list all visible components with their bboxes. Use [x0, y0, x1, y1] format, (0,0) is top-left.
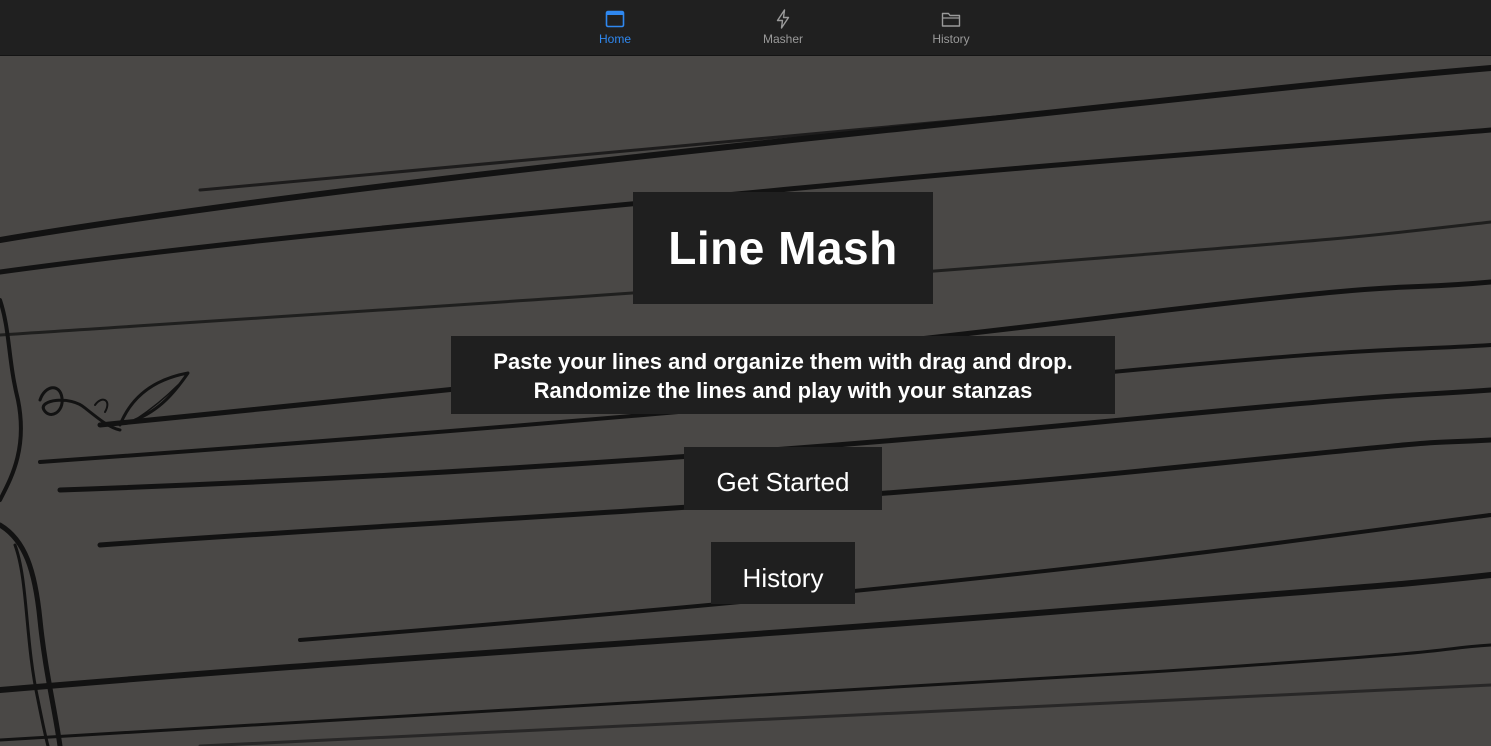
- tab-bar: Home Masher History: [0, 0, 1491, 56]
- get-started-button[interactable]: Get Started: [684, 447, 882, 510]
- tab-history[interactable]: History: [891, 0, 1011, 55]
- tab-masher[interactable]: Masher: [723, 0, 843, 55]
- folder-icon: [941, 12, 961, 27]
- subtitle-line-2: Randomize the lines and play with your s…: [533, 378, 1033, 403]
- page-subtitle: Paste your lines and organize them with …: [451, 336, 1115, 414]
- history-button[interactable]: History: [711, 542, 855, 604]
- tab-home-label: Home: [598, 32, 631, 46]
- tab-home[interactable]: Home: [555, 0, 675, 55]
- hero: Line Mash Paste your lines and organize …: [0, 0, 1491, 746]
- tab-history-label: History: [932, 32, 970, 46]
- subtitle-line-1: Paste your lines and organize them with …: [493, 349, 1073, 374]
- tab-masher-label: Masher: [762, 32, 803, 46]
- app-root: Home Masher History Line Mash Paste your…: [0, 0, 1491, 746]
- lightning-bolt-icon: [776, 9, 790, 29]
- page-title: Line Mash: [633, 192, 933, 304]
- browser-window-icon: [605, 10, 625, 28]
